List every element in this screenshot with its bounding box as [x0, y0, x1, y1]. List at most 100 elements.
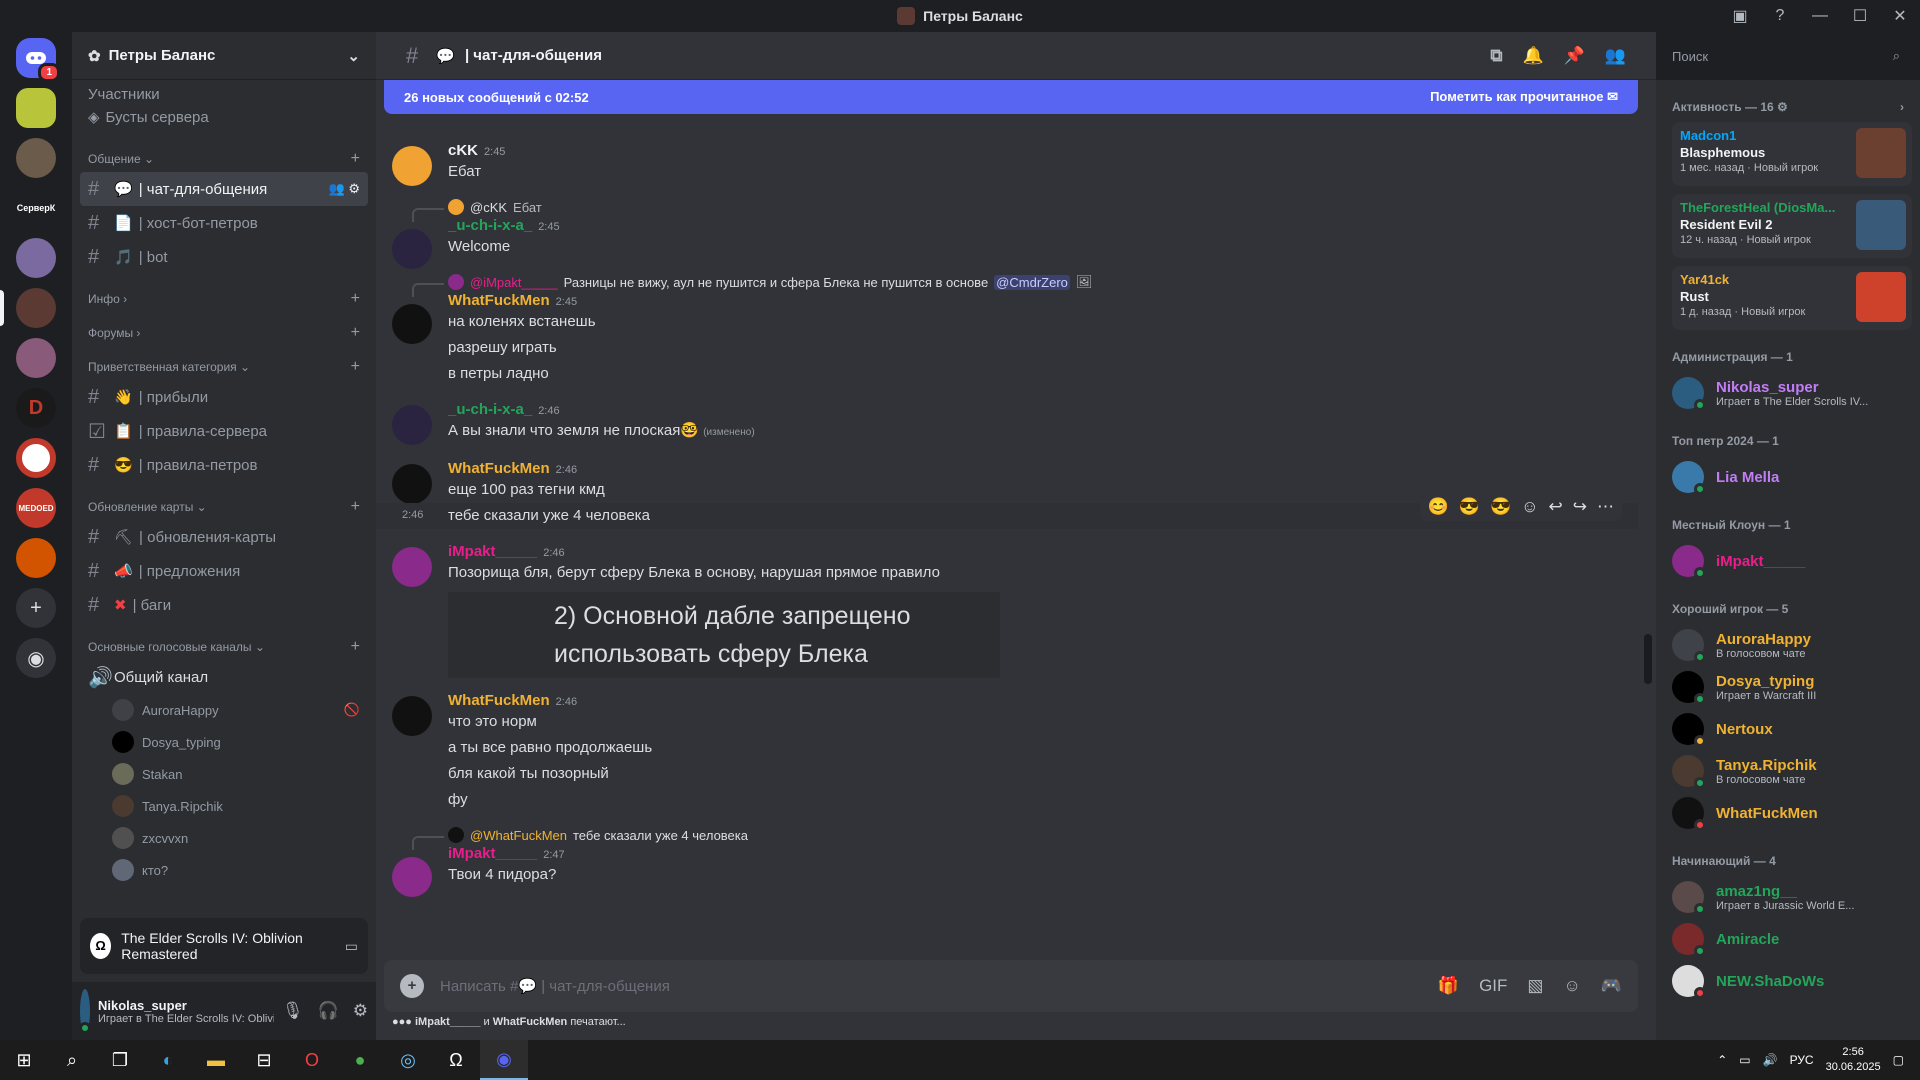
activity-card[interactable]: Yar41ck Rust 1 д. назад · Новый игрок: [1672, 266, 1912, 330]
steam-icon[interactable]: ◎: [384, 1040, 432, 1080]
reply-preview[interactable]: @WhatFuckMen тебе сказали уже 4 человека: [412, 827, 1622, 850]
message-author[interactable]: WhatFuckMen: [448, 460, 550, 477]
activity-panel[interactable]: Ω The Elder Scrolls IV: Oblivion Remaste…: [80, 918, 368, 974]
oblivion-icon[interactable]: Ω: [432, 1040, 480, 1080]
chevron-right-icon[interactable]: ›: [1900, 100, 1904, 114]
message-image[interactable]: 2) Основной дабле запрещено использовать…: [448, 592, 1000, 678]
invite-icon[interactable]: 👥: [329, 181, 345, 196]
category-map-updates[interactable]: Обновление карты ⌄ +: [88, 498, 368, 516]
channel-host-bot[interactable]: # 📄 | хост-бот-петров: [80, 206, 368, 240]
avatar[interactable]: [392, 229, 432, 269]
green-app-icon[interactable]: ●: [336, 1040, 384, 1080]
pin-icon[interactable]: 📌: [1564, 46, 1585, 66]
server-icon-photo[interactable]: [16, 138, 56, 178]
add-channel-icon[interactable]: +: [351, 638, 360, 656]
channel-map-updates[interactable]: # ⛏ | обновления-карты: [80, 520, 368, 554]
channel-server-rules[interactable]: ☑ 📋 | правила-сервера: [80, 414, 368, 448]
reply-preview[interactable]: @iMpakt_____ Разницы не вижу, аул не пуши…: [412, 274, 1622, 297]
reaction-cool-icon[interactable]: 😎: [1459, 497, 1480, 517]
scrollbar[interactable]: [1644, 634, 1652, 684]
help-icon[interactable]: ?: [1760, 7, 1800, 25]
add-channel-icon[interactable]: +: [351, 290, 360, 308]
server-icon-anime-2[interactable]: [16, 338, 56, 378]
member-row[interactable]: Amiracle: [1672, 918, 1912, 960]
server-icon-petry-balans[interactable]: [0, 288, 56, 328]
sticker-icon[interactable]: ▧: [1527, 976, 1543, 996]
discord-icon[interactable]: ◉: [480, 1040, 528, 1080]
message-author[interactable]: _u-ch-i-x-a_: [448, 401, 532, 418]
gift-icon[interactable]: 🎁: [1438, 976, 1459, 996]
voice-user[interactable]: Stakan: [80, 758, 368, 790]
message-author[interactable]: iMpakt_____: [448, 543, 537, 560]
reaction-sunglasses-icon[interactable]: 😎: [1490, 497, 1511, 517]
voice-channel-general[interactable]: 🔊 Общий канал: [80, 660, 368, 694]
member-row[interactable]: Nertoux: [1672, 708, 1912, 750]
channel-members-truncated[interactable]: Участники: [80, 88, 368, 100]
message-composer[interactable]: + Написать #💬 | чат-для-общения 🎁 GIF ▧ …: [384, 960, 1638, 1012]
member-row[interactable]: iMpakt_____: [1672, 540, 1912, 582]
close-icon[interactable]: ✕: [1880, 6, 1920, 26]
avatar[interactable]: [392, 464, 432, 504]
add-channel-icon[interactable]: +: [351, 150, 360, 168]
forward-icon[interactable]: ↪: [1573, 497, 1587, 517]
server-icon-red[interactable]: [16, 538, 56, 578]
avatar[interactable]: [392, 547, 432, 587]
channel-bot[interactable]: # 🎵 | bot: [80, 240, 368, 274]
message-author[interactable]: cKK: [448, 142, 478, 159]
message-author[interactable]: WhatFuckMen: [448, 292, 550, 309]
headphones-icon[interactable]: 🎧: [318, 1001, 339, 1021]
mark-as-read-button[interactable]: Пометить как прочитанное ✉: [1430, 89, 1618, 105]
member-row[interactable]: amaz1ng__ Играет в Jurassic World E...: [1672, 876, 1912, 918]
server-boosts-link[interactable]: ◈ Бусты сервера: [80, 100, 368, 134]
task-view-icon[interactable]: ❐: [96, 1040, 144, 1080]
server-icon-circle[interactable]: [16, 438, 56, 478]
add-server-button[interactable]: +: [16, 588, 56, 628]
opera-icon[interactable]: O: [288, 1040, 336, 1080]
avatar[interactable]: [392, 304, 432, 344]
maximize-icon[interactable]: ☐: [1840, 6, 1880, 26]
category-welcome[interactable]: Приветственная категория ⌄ +: [88, 358, 368, 376]
channel-chat[interactable]: # 💬 | чат-для-общения 👥 ⚙: [80, 172, 368, 206]
gear-icon[interactable]: ⚙: [353, 1001, 368, 1021]
voice-user[interactable]: Dosya_typing: [80, 726, 368, 758]
notifications-icon[interactable]: ▢: [1893, 1053, 1904, 1067]
voice-user[interactable]: Tanya.Ripchik: [80, 790, 368, 822]
category-info[interactable]: Инфо › +: [88, 290, 368, 308]
member-row[interactable]: Dosya_typing Играет в Warcraft III: [1672, 666, 1912, 708]
message-author[interactable]: _u-ch-i-x-a_: [448, 217, 532, 234]
reaction-smile-icon[interactable]: 😊: [1428, 497, 1449, 517]
server-icon-yellow[interactable]: [16, 88, 56, 128]
category-forums[interactable]: Форумы › +: [88, 324, 368, 342]
channel-petr-rules[interactable]: # 😎 | правила-петров: [80, 448, 368, 482]
more-icon[interactable]: ⋯: [1597, 497, 1614, 517]
avatar[interactable]: [392, 405, 432, 445]
minimize-icon[interactable]: —: [1800, 7, 1840, 25]
add-channel-icon[interactable]: +: [351, 324, 360, 342]
message-input[interactable]: Написать #💬 | чат-для-общения: [440, 977, 670, 995]
message-continuation-hovered[interactable]: 2:46 тебе сказали уже 4 человека 😊 😎 😎 ☺…: [376, 493, 1638, 529]
add-reaction-icon[interactable]: ☺: [1521, 497, 1538, 517]
home-button[interactable]: 1: [16, 38, 60, 82]
settings-icon[interactable]: ⚙: [348, 181, 360, 196]
volume-icon[interactable]: 🔊: [1763, 1053, 1778, 1067]
category-obshenie[interactable]: Общение ⌄ +: [88, 150, 368, 168]
file-explorer-icon[interactable]: ▬: [192, 1040, 240, 1080]
discover-button[interactable]: ◉: [16, 638, 56, 678]
screen-share-icon[interactable]: ▭: [345, 938, 358, 955]
reply-icon[interactable]: ↩: [1549, 497, 1563, 517]
avatar[interactable]: [78, 989, 91, 1034]
bell-icon[interactable]: 🔔: [1522, 46, 1543, 66]
server-icon-medoed[interactable]: MEDOED: [16, 488, 56, 528]
server-header[interactable]: ✿ Петры Баланс ⌄: [72, 32, 376, 80]
avatar[interactable]: [392, 146, 432, 186]
channel-arrived[interactable]: # 👋 | прибыли: [80, 380, 368, 414]
edge-icon[interactable]: ◐: [144, 1040, 192, 1080]
voice-user[interactable]: AuroraHappy 🚫: [80, 694, 368, 726]
avatar[interactable]: [392, 857, 432, 897]
member-row[interactable]: NEW.ShaDoWs: [1672, 960, 1912, 1002]
voice-user[interactable]: кто?: [80, 854, 368, 886]
add-channel-icon[interactable]: +: [351, 498, 360, 516]
language-indicator[interactable]: РУС: [1790, 1053, 1814, 1067]
category-voice[interactable]: Основные голосовые каналы ⌄ +: [88, 638, 368, 656]
members-icon[interactable]: 👥: [1605, 46, 1626, 66]
